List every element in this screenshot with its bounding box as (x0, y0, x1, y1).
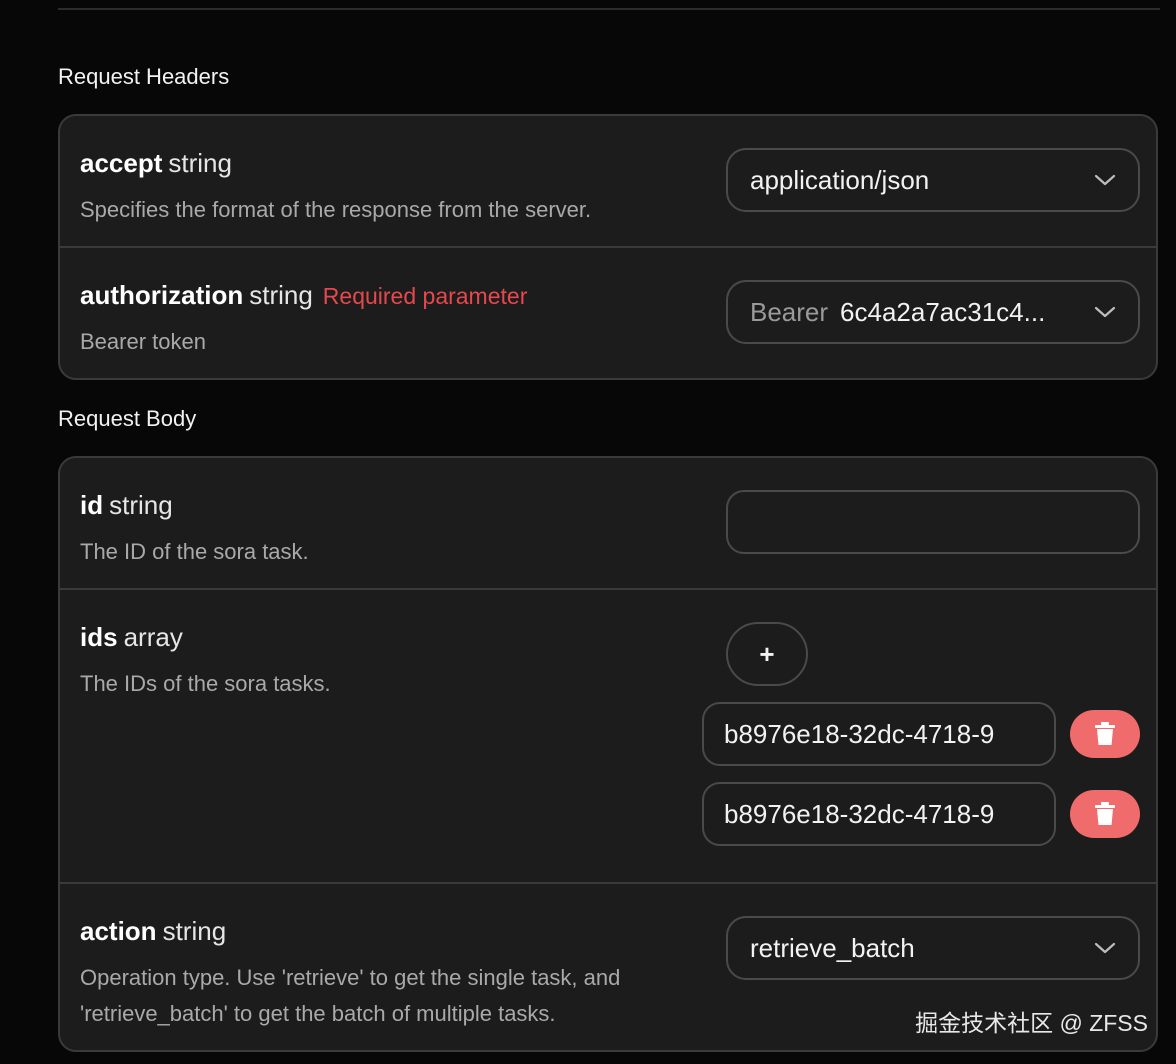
request-headers-panel: accept string Specifies the format of the… (58, 114, 1158, 380)
param-name: ids (80, 622, 118, 652)
top-divider (58, 8, 1160, 10)
param-description: The ID of the sora task. (80, 539, 309, 564)
param-row-id: id string The ID of the sora task. (60, 458, 1156, 590)
param-name: action (80, 916, 157, 946)
request-body-panel: id string The ID of the sora task. ids arr… (58, 456, 1158, 1052)
chevron-down-icon (1094, 174, 1116, 186)
add-id-button[interactable]: + (726, 622, 808, 686)
param-description: Operation type. Use 'retrieve' to get th… (80, 965, 621, 990)
param-type: string (168, 148, 232, 178)
param-type: string (162, 916, 227, 946)
param-name: id (80, 490, 104, 520)
id-input[interactable] (726, 490, 1140, 554)
accept-select[interactable]: application/json (726, 148, 1140, 212)
select-value: retrieve_batch (750, 932, 915, 963)
param-row-ids: ids array The IDs of the sora tasks. + (60, 590, 1156, 884)
trash-icon (1095, 802, 1115, 825)
param-description: The IDs of the sora tasks. (80, 671, 331, 696)
delete-id-button[interactable] (1070, 790, 1140, 838)
param-type: string (109, 490, 173, 520)
id-item-input[interactable] (702, 782, 1056, 846)
select-value: 6c4a2a7ac31c4... (840, 296, 1046, 327)
bearer-prefix: Bearer (750, 296, 829, 327)
param-name: accept (80, 148, 163, 178)
param-description: 'retrieve_batch' to get the batch of mul… (80, 1001, 556, 1026)
select-value: application/json (750, 164, 930, 195)
request-headers-title: Request Headers (58, 64, 230, 89)
param-header: action string (80, 916, 226, 947)
watermark: 掘金技术社区 @ ZFSS (915, 1010, 1148, 1036)
action-select[interactable]: retrieve_batch (726, 916, 1140, 980)
trash-icon (1095, 722, 1115, 745)
param-type: array (123, 622, 183, 652)
request-body-title: Request Body (58, 406, 197, 431)
param-row-authorization: authorization string Required parameter Be… (60, 248, 1156, 378)
param-header: id string (80, 490, 173, 521)
required-label: Required parameter (322, 283, 528, 309)
param-header: authorization string Required parameter (80, 280, 527, 311)
plus-icon: + (759, 638, 775, 669)
param-description: Bearer token (80, 329, 206, 354)
authorization-select[interactable]: Bearer 6c4a2a7ac31c4... (726, 280, 1140, 344)
param-type: string (249, 280, 313, 310)
param-description: Specifies the format of the response fro… (80, 197, 592, 222)
param-row-accept: accept string Specifies the format of the… (60, 116, 1156, 248)
param-header: accept string (80, 148, 232, 179)
delete-id-button[interactable] (1070, 710, 1140, 758)
param-name: authorization (80, 280, 244, 310)
id-item-input[interactable] (702, 702, 1056, 766)
chevron-down-icon (1094, 306, 1116, 318)
chevron-down-icon (1094, 942, 1116, 954)
param-header: ids array (80, 622, 183, 653)
